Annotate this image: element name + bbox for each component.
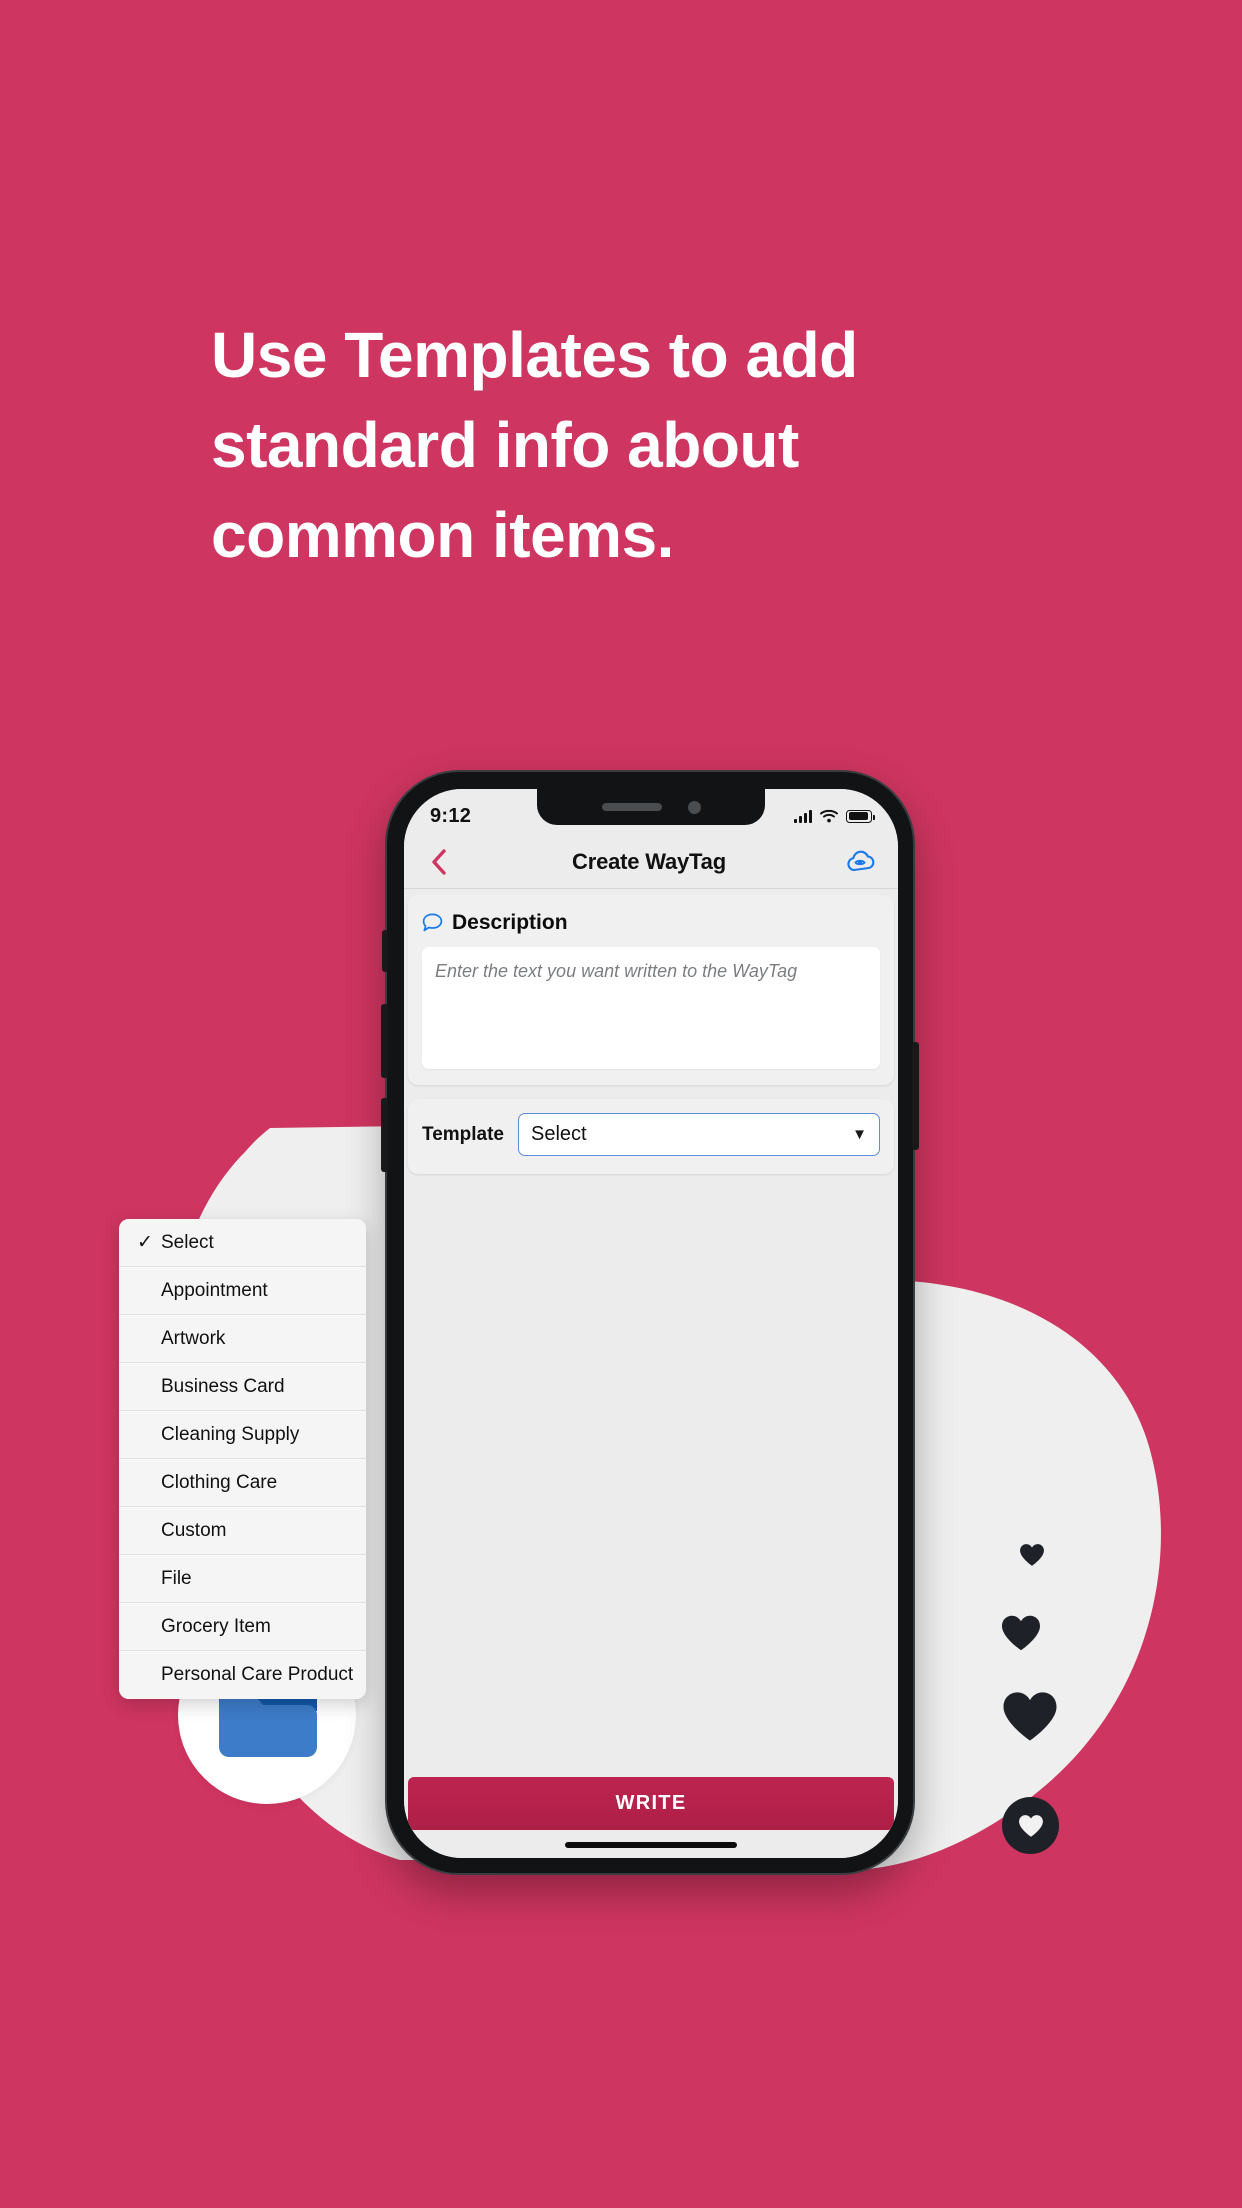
cellular-bars-icon xyxy=(794,809,812,823)
earpiece-speaker xyxy=(601,803,662,811)
phone-mute-switch xyxy=(382,930,388,972)
phone-screen: 9:12 Create WayTag Description Enter the… xyxy=(404,789,898,1858)
speech-bubble-icon xyxy=(422,913,443,932)
chevron-left-icon xyxy=(432,848,446,875)
heart-badge xyxy=(1002,1797,1059,1854)
dropdown-option-label: Grocery Item xyxy=(161,1615,271,1637)
phone-mockup: 9:12 Create WayTag Description Enter the… xyxy=(381,770,919,1875)
phone-volume-down-button xyxy=(381,1098,388,1172)
dropdown-option[interactable]: Appointment xyxy=(119,1267,366,1315)
back-button[interactable] xyxy=(424,848,454,875)
template-field-row: Template Select ▼ xyxy=(408,1099,894,1174)
dropdown-option[interactable]: Business Card xyxy=(119,1363,366,1411)
checkmark-icon: ✓ xyxy=(137,1232,153,1253)
dropdown-option[interactable]: Grocery Item xyxy=(119,1603,366,1651)
dropdown-option-label: Business Card xyxy=(161,1375,285,1397)
dropdown-option[interactable]: Clothing Care xyxy=(119,1459,366,1507)
heart-icon-medium xyxy=(1002,1615,1040,1651)
description-card: Description Enter the text you want writ… xyxy=(408,895,894,1085)
screen-content: Description Enter the text you want writ… xyxy=(404,889,898,1858)
description-title: Description xyxy=(452,911,568,934)
page-title: Create WayTag xyxy=(572,848,726,874)
page-headline: Use Templates to add standard info about… xyxy=(211,310,991,580)
battery-full-icon xyxy=(846,809,875,823)
dropdown-option-label: Personal Care Product xyxy=(161,1664,354,1685)
cloud-eye-icon xyxy=(847,850,875,871)
dropdown-option-label: Appointment xyxy=(161,1279,268,1301)
dropdown-option[interactable]: Cleaning Supply xyxy=(119,1411,366,1459)
dropdown-option[interactable]: ✓ Select xyxy=(119,1219,366,1267)
dropdown-option-label: Select xyxy=(161,1231,214,1253)
dropdown-option-label: Artwork xyxy=(161,1327,226,1349)
heart-icon-badge xyxy=(1018,1814,1043,1837)
dropdown-option-label: Custom xyxy=(161,1519,227,1541)
heart-icon-small xyxy=(1020,1544,1044,1566)
phone-notch xyxy=(537,789,765,825)
app-navigation-bar: Create WayTag xyxy=(404,835,898,889)
dropdown-option[interactable]: Personal Care Product xyxy=(119,1651,366,1699)
front-camera xyxy=(687,800,701,814)
template-label: Template xyxy=(422,1123,505,1145)
dropdown-option[interactable]: Custom xyxy=(119,1507,366,1555)
description-header: Description xyxy=(422,911,880,935)
template-select[interactable]: Select ▼ xyxy=(518,1113,880,1156)
template-dropdown-list[interactable]: ✓ Select Appointment Artwork Business Card Cl… xyxy=(119,1219,366,1699)
headline-line-2: standard info about xyxy=(211,409,799,481)
description-textarea[interactable]: Enter the text you want written to the W… xyxy=(422,947,880,1069)
write-button[interactable]: WRITE xyxy=(408,1777,894,1830)
headline-line-1: Use Templates to add xyxy=(211,319,858,391)
dropdown-option-label: Cleaning Supply xyxy=(161,1423,300,1445)
dropdown-option-label: File xyxy=(161,1567,192,1589)
cloud-sync-button[interactable] xyxy=(844,850,878,874)
dropdown-option[interactable]: File xyxy=(119,1555,366,1603)
heart-icon-large xyxy=(1003,1692,1057,1741)
dropdown-option[interactable]: Artwork xyxy=(119,1315,366,1363)
template-selected-value: Select xyxy=(531,1123,587,1145)
status-time: 9:12 xyxy=(430,804,472,827)
phone-volume-up-button xyxy=(381,1004,388,1078)
chevron-down-icon: ▼ xyxy=(852,1126,867,1143)
dropdown-option-label: Clothing Care xyxy=(161,1471,278,1493)
wifi-icon xyxy=(820,809,838,823)
home-indicator xyxy=(565,1842,737,1848)
status-indicators xyxy=(794,809,875,823)
headline-line-3: common items. xyxy=(211,499,674,571)
phone-power-button xyxy=(912,1042,919,1150)
